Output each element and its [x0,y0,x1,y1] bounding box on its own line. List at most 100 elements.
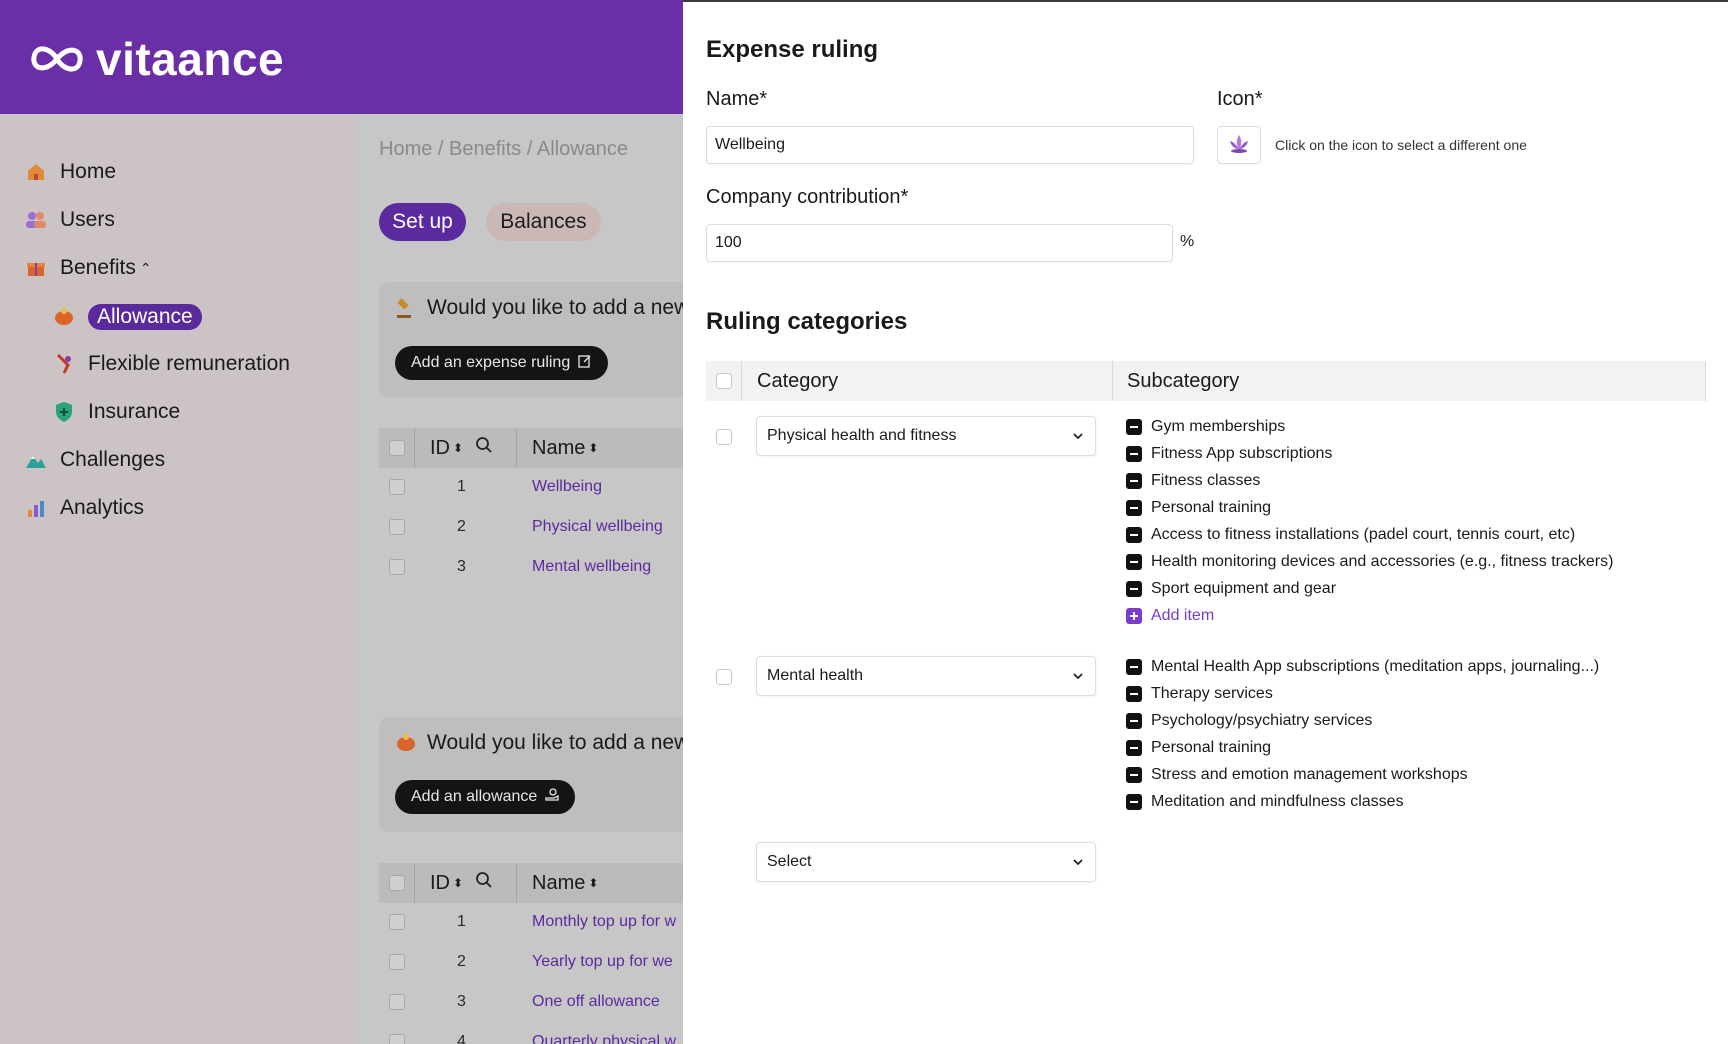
id-column-header[interactable]: ID ⬍ [430,863,493,903]
allowances-table-header: ID ⬍ Name ⬍ [379,863,699,903]
id-column-header[interactable]: ID ⬍ [430,428,493,468]
select-all-checkbox[interactable] [716,373,732,389]
category-row-checkbox[interactable] [716,429,732,445]
sidebar-item-home[interactable]: Home [24,160,116,184]
table-row[interactable]: 2 Yearly top up for we [379,943,699,983]
gift-icon [24,256,48,280]
row-name-link[interactable]: Yearly top up for we [532,953,673,971]
remove-icon[interactable] [1126,553,1142,570]
name-column-header[interactable]: Name ⬍ [532,428,598,468]
row-name-link[interactable]: Physical wellbeing [532,518,663,536]
categories-table-header: Category Subcategory [706,361,1706,401]
search-icon[interactable] [475,436,493,460]
category-select-empty[interactable]: Select [756,842,1096,882]
category-select[interactable]: Mental health [756,656,1096,696]
add-expense-ruling-button[interactable]: Add an expense ruling [395,346,609,380]
mountain-icon [24,448,48,472]
sidebar-item-challenges[interactable]: Challenges [24,448,165,472]
name-column-header[interactable]: Name ⬍ [532,863,598,903]
row-name-link[interactable]: Quarterly physical w [532,1033,676,1044]
remove-icon[interactable] [1126,580,1142,597]
bar-chart-icon [24,496,48,520]
remove-icon[interactable] [1126,739,1142,756]
allowance-promo: Would you like to add a new Add an allow… [379,717,699,832]
search-icon[interactable] [475,871,493,895]
table-row[interactable]: 3 One off allowance [379,983,699,1023]
row-id: 2 [457,518,466,535]
row-name-link[interactable]: One off allowance [532,993,660,1011]
subcategory-list: Mental Health App subscriptions (meditat… [1126,653,1599,815]
sidebar-item-benefits[interactable]: Benefits ⌃ [24,256,152,280]
sidebar-item-label: Home [60,160,117,183]
table-row[interactable]: 3 Mental wellbeing [379,548,699,588]
table-row[interactable]: 2 Physical wellbeing [379,508,699,548]
subcategory-item: Personal training [1126,734,1599,761]
row-name-link[interactable]: Mental wellbeing [532,558,651,576]
sidebar-item-insurance[interactable]: Insurance [52,400,180,424]
row-checkbox[interactable] [389,954,405,970]
remove-icon[interactable] [1126,793,1142,810]
subcategory-label: Sport equipment and gear [1151,579,1337,597]
remove-icon[interactable] [1126,445,1142,462]
row-id: 1 [457,913,466,930]
subcategory-item: Sport equipment and gear [1126,575,1613,602]
sidebar-item-label: Insurance [88,400,181,423]
subcategory-label: Access to fitness installations (padel c… [1151,525,1576,543]
sidebar-item-flexible-remuneration[interactable]: Flexible remuneration [52,352,290,376]
category-select-value: Select [767,853,812,870]
row-id: 4 [457,1033,466,1044]
subcategory-column-header: Subcategory [1127,369,1240,392]
row-name-link[interactable]: Monthly top up for w [532,913,676,931]
subcategory-item: Therapy services [1126,680,1599,707]
add-allowance-button[interactable]: Add an allowance [395,780,576,814]
subcategory-label: Psychology/psychiatry services [1151,711,1373,729]
remove-icon[interactable] [1126,418,1142,435]
chevron-down-icon [1073,859,1083,866]
remove-icon[interactable] [1126,499,1142,516]
select-all-checkbox[interactable] [389,428,405,468]
category-row-checkbox[interactable] [716,669,732,685]
subcategory-item: Psychology/psychiatry services [1126,707,1599,734]
sidebar-item-label: Flexible remuneration [88,352,290,375]
icon-picker-button[interactable] [1217,126,1261,164]
subcategory-label: Personal training [1151,498,1272,516]
edit-icon [578,354,592,373]
gavel-icon [395,298,417,320]
remove-icon[interactable] [1126,526,1142,543]
contribution-label: Company contribution* [706,186,909,208]
tab-balances[interactable]: Balances [486,203,601,241]
remove-icon[interactable] [1126,658,1142,675]
select-all-checkbox[interactable] [389,863,405,903]
sidebar-item-allowance[interactable]: Allowance [52,304,202,330]
row-checkbox[interactable] [389,914,405,930]
row-checkbox[interactable] [389,519,405,535]
subcategory-item: Fitness classes [1126,467,1613,494]
name-field[interactable]: Wellbeing [706,126,1194,164]
promo-text: Would you like to add a new [427,731,690,754]
remove-icon[interactable] [1126,766,1142,783]
add-item-button[interactable]: Add item [1126,602,1613,629]
lotus-icon [1227,132,1251,159]
add-item-label: Add item [1151,606,1215,624]
row-checkbox[interactable] [389,559,405,575]
remove-icon[interactable] [1126,685,1142,702]
column-label: Name [532,871,586,894]
remove-icon[interactable] [1126,472,1142,489]
percent-unit: % [1180,233,1195,250]
sidebar-item-analytics[interactable]: Analytics [24,496,144,520]
tab-set-up[interactable]: Set up [379,203,466,241]
column-label: ID [430,436,450,459]
table-row[interactable]: 1 Wellbeing [379,468,699,508]
contribution-field[interactable]: 100 [706,224,1173,262]
table-row[interactable]: 1 Monthly top up for w [379,903,699,943]
row-name-link[interactable]: Wellbeing [532,478,602,496]
table-row[interactable]: 4 Quarterly physical w [379,1023,699,1044]
remove-icon[interactable] [1126,712,1142,729]
sidebar-item-users[interactable]: Users [24,208,115,232]
subcategory-item: Meditation and mindfulness classes [1126,788,1599,815]
row-checkbox[interactable] [389,479,405,495]
brand-logo[interactable]: vitaance [28,32,284,86]
row-checkbox[interactable] [389,994,405,1010]
category-select[interactable]: Physical health and fitness [756,416,1096,456]
row-checkbox[interactable] [389,1034,405,1044]
